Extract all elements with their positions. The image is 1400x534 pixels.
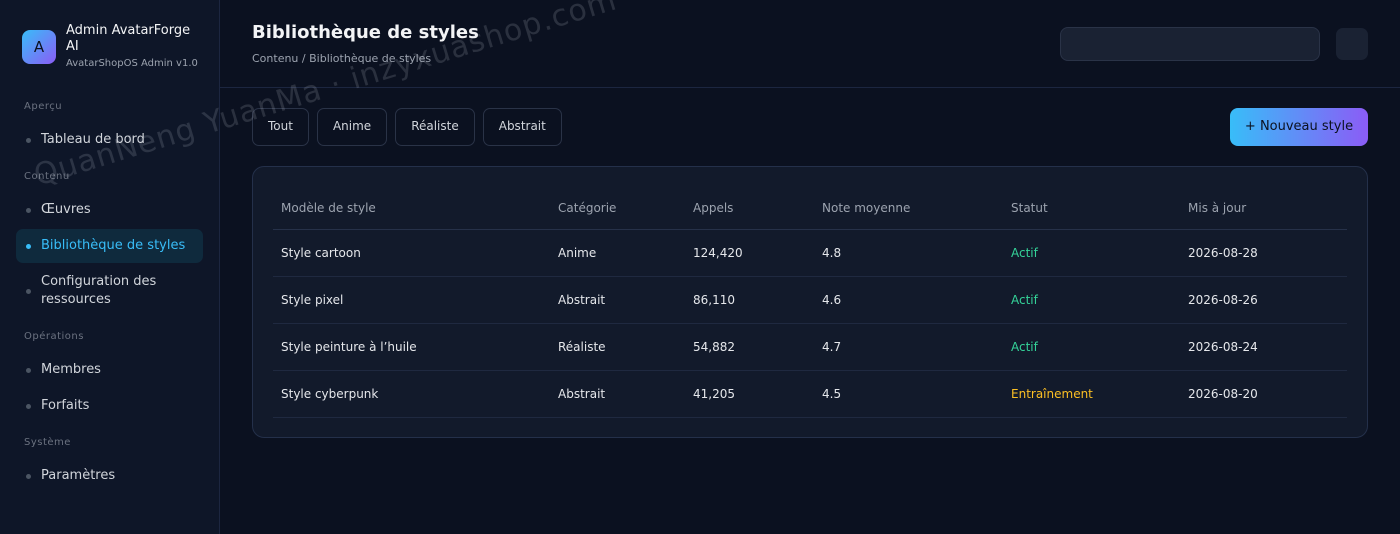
sidebar-item-membres[interactable]: Membres [16, 353, 203, 387]
sidebar-item-bibliotheque-de-styles[interactable]: Bibliothèque de styles [16, 229, 203, 263]
nav-section-label: Opérations [24, 331, 84, 342]
nav-group-operations: Opérations Membres Forfaits [16, 331, 203, 423]
cell-style: Style cyberpunk [273, 370, 550, 418]
table-row[interactable]: Style cartoon Anime 124,420 4.8 Actif 20… [273, 229, 1347, 277]
filter-chip-realiste[interactable]: Réaliste [395, 108, 475, 146]
main-content: Bibliothèque de styles Contenu / Bibliot… [220, 0, 1400, 534]
status-badge: Entraînement [1003, 370, 1180, 418]
cell-updated: 2026-08-28 [1180, 229, 1347, 277]
brand-title: Admin AvatarForge AI [66, 23, 191, 54]
nav-section-label: Contenu [24, 171, 70, 182]
cell-rating: 4.8 [814, 229, 1003, 277]
column-header-categorie[interactable]: Catégorie [550, 187, 685, 230]
column-header-mis-a-jour[interactable]: Mis à jour [1180, 187, 1347, 230]
sidebar-item-label: Œuvres [41, 202, 91, 217]
brand-logo: A [22, 29, 56, 64]
nav-section-label: Aperçu [24, 101, 63, 112]
cell-updated: 2026-08-24 [1180, 323, 1347, 371]
status-badge: Actif [1003, 229, 1180, 277]
cell-calls: 41,205 [685, 370, 814, 418]
bullet-icon [26, 137, 31, 143]
sidebar: A Admin AvatarForge AI AvatarShopOS Admi… [0, 0, 220, 534]
cell-calls: 54,882 [685, 323, 814, 371]
filter-toolbar: Tout Anime Réaliste Abstrait + Nouveau styl… [220, 88, 1400, 166]
sidebar-item-tableau-de-bord[interactable]: Tableau de bord [16, 123, 203, 157]
sidebar-item-label: Configuration des ressources [41, 274, 157, 307]
search-input[interactable] [1060, 27, 1320, 61]
topbar: Bibliothèque de styles Contenu / Bibliot… [220, 0, 1400, 88]
table-row[interactable]: Style pixel Abstrait 86,110 4.6 Actif 20… [273, 276, 1347, 324]
cell-calls: 124,420 [685, 229, 814, 277]
cell-updated: 2026-08-20 [1180, 370, 1347, 418]
bullet-icon [26, 243, 31, 249]
table-header-row: Modèle de style Catégorie Appels Note mo… [273, 187, 1347, 230]
cell-calls: 86,110 [685, 276, 814, 324]
brand: A Admin AvatarForge AI AvatarShopOS Admi… [16, 22, 203, 71]
nav-group-systeme: Système Paramètres [16, 437, 203, 493]
sidebar-item-configuration-des-ressources[interactable]: Configuration des ressources [16, 265, 203, 317]
column-header-modele[interactable]: Modèle de style [273, 187, 550, 230]
bullet-icon [26, 403, 31, 409]
bullet-icon [26, 473, 31, 479]
bullet-icon [26, 367, 31, 373]
sidebar-item-oeuvres[interactable]: Œuvres [16, 193, 203, 227]
styles-table-card: Modèle de style Catégorie Appels Note mo… [252, 166, 1368, 438]
table-row[interactable]: Style cyberpunk Abstrait 41,205 4.5 Entr… [273, 370, 1347, 418]
cell-category: Abstrait [550, 276, 685, 324]
cell-category: Anime [550, 229, 685, 277]
nav-section-label: Système [24, 437, 71, 448]
bullet-icon [26, 288, 31, 294]
header-action-button[interactable] [1336, 28, 1368, 60]
column-header-appels[interactable]: Appels [685, 187, 814, 230]
cell-updated: 2026-08-26 [1180, 276, 1347, 324]
sidebar-item-label: Paramètres [41, 468, 116, 483]
new-style-button[interactable]: + Nouveau style [1230, 108, 1368, 146]
bullet-icon [26, 207, 31, 213]
brand-subtitle: AvatarShopOS Admin v1.0 [66, 58, 198, 69]
sidebar-item-forfaits[interactable]: Forfaits [16, 389, 203, 423]
column-header-note[interactable]: Note moyenne [814, 187, 1003, 230]
status-badge: Actif [1003, 276, 1180, 324]
filter-chip-tout[interactable]: Tout [252, 108, 309, 146]
sidebar-item-label: Bibliothèque de styles [41, 238, 186, 253]
filter-chip-abstrait[interactable]: Abstrait [482, 108, 562, 146]
nav-group-apercu: Aperçu Tableau de bord [16, 101, 203, 157]
status-badge: Actif [1003, 323, 1180, 371]
cell-rating: 4.6 [814, 276, 1003, 324]
sidebar-item-label: Tableau de bord [41, 132, 145, 147]
styles-table: Modèle de style Catégorie Appels Note mo… [273, 187, 1347, 418]
cell-style: Style pixel [273, 276, 550, 324]
nav-group-contenu: Contenu Œuvres Bibliothèque de styles Co… [16, 171, 203, 317]
column-header-statut[interactable]: Statut [1003, 187, 1180, 230]
table-row[interactable]: Style peinture à l’huile Réaliste 54,882… [273, 323, 1347, 371]
filter-chip-anime[interactable]: Anime [316, 108, 388, 146]
sidebar-item-label: Forfaits [41, 398, 90, 413]
app-root: A Admin AvatarForge AI AvatarShopOS Admi… [0, 0, 1400, 534]
sidebar-item-parametres[interactable]: Paramètres [16, 459, 203, 493]
cell-rating: 4.5 [814, 370, 1003, 418]
cell-category: Abstrait [550, 370, 685, 418]
sidebar-item-label: Membres [41, 362, 101, 377]
cell-category: Réaliste [550, 323, 685, 371]
cell-style: Style cartoon [273, 229, 550, 277]
cell-style: Style peinture à l’huile [273, 323, 550, 371]
cell-rating: 4.7 [814, 323, 1003, 371]
